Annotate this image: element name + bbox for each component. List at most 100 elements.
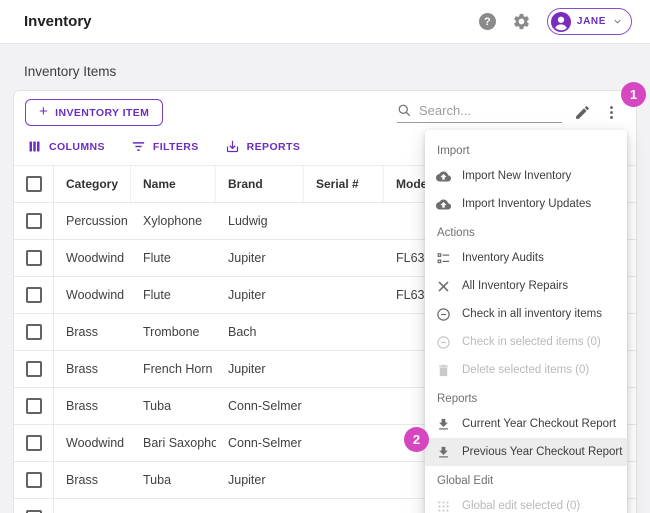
menu-item-check-in-all-inventory-items[interactable]: Check in all inventory items	[425, 300, 627, 328]
menu-item-global-edit-selected-0: Global edit selected (0)	[425, 492, 627, 513]
row-checkbox[interactable]	[25, 213, 42, 229]
menu-item-inventory-audits[interactable]: Inventory Audits	[425, 244, 627, 272]
columns-label: COLUMNS	[49, 140, 105, 153]
select-all-cell	[14, 166, 54, 202]
cell-category: Woodwind	[66, 288, 125, 302]
cell-category: Brass	[66, 473, 98, 487]
cell-brand: Ludwig	[228, 214, 268, 228]
context-menu: Import Import New Inventory Import Invento…	[425, 130, 627, 513]
row-checkbox-cell	[14, 499, 54, 513]
row-checkbox-cell	[14, 351, 54, 387]
columns-icon	[29, 141, 40, 152]
page-title: Inventory	[24, 13, 92, 30]
cell-category: Brass	[66, 399, 98, 413]
cell-serial	[304, 388, 384, 424]
menu-item-import-inventory-updates[interactable]: Import Inventory Updates	[425, 190, 627, 218]
trash-icon	[435, 362, 452, 379]
column-header-serial[interactable]: Serial #	[304, 166, 384, 202]
menu-item-current-year-checkout-report[interactable]: Current Year Checkout Report	[425, 410, 627, 438]
filters-label: FILTERS	[152, 140, 199, 153]
row-checkbox[interactable]	[25, 250, 42, 266]
column-header-category[interactable]: Category	[54, 166, 131, 202]
search-icon	[398, 104, 411, 116]
grid-dots-icon	[435, 498, 452, 513]
cell-name: Tuba	[143, 473, 172, 487]
add-inventory-item-button[interactable]: + INVENTORY ITEM	[25, 99, 164, 126]
row-checkbox[interactable]	[25, 398, 42, 414]
cell-serial	[304, 277, 384, 313]
cell-brand: Jupiter	[228, 362, 266, 376]
gear-icon[interactable]	[512, 12, 531, 31]
columns-button[interactable]: COLUMNS	[27, 139, 105, 154]
cell-category: Brass	[66, 362, 98, 376]
avatar	[550, 11, 571, 32]
cell-name: Tuba	[143, 399, 172, 413]
menu-item-label: Import Inventory Updates	[462, 198, 592, 210]
cell-serial	[304, 240, 384, 276]
cell-serial	[304, 351, 384, 387]
search-input[interactable]	[419, 102, 554, 118]
user-name: JANE	[576, 16, 606, 27]
cell-name: Trombone	[143, 325, 200, 339]
download-icon	[435, 444, 452, 461]
row-checkbox[interactable]	[25, 435, 42, 451]
select-all-checkbox[interactable]	[25, 176, 42, 192]
cell-brand: Jupiter	[228, 288, 266, 302]
menu-section-header-actions: Actions	[437, 227, 475, 239]
cell-name: Flute	[143, 288, 171, 302]
row-checkbox-cell	[14, 425, 54, 461]
more-options-icon[interactable]	[603, 104, 620, 121]
cell-category: Percussion	[66, 214, 128, 228]
cell-brand: Conn-Selmer	[228, 436, 302, 450]
menu-item-previous-year-checkout-report[interactable]: Previous Year Checkout Report	[425, 438, 627, 466]
menu-item-label: Delete selected items (0)	[462, 364, 590, 376]
menu-item-all-inventory-repairs[interactable]: All Inventory Repairs	[425, 272, 627, 300]
annotation-badge-1: 1	[621, 82, 646, 107]
row-checkbox-cell	[14, 388, 54, 424]
menu-item-label: Inventory Audits	[462, 252, 544, 264]
reports-button[interactable]: REPORTS	[225, 139, 301, 154]
cell-category: Woodwind	[66, 251, 125, 265]
top-bar: Inventory ? JANE	[0, 0, 650, 44]
menu-item-label: Current Year Checkout Report	[462, 418, 617, 430]
row-checkbox[interactable]	[25, 509, 42, 513]
help-icon[interactable]: ?	[478, 13, 496, 30]
search-box[interactable]	[397, 102, 562, 123]
cell-name: Flute	[143, 251, 171, 265]
chevron-down-icon	[612, 16, 623, 27]
column-header-brand[interactable]: Brand	[216, 166, 304, 202]
menu-item-label: Previous Year Checkout Report	[462, 446, 623, 458]
cell-category: Woodwind	[66, 436, 125, 450]
cell-name: French Horn	[143, 362, 213, 376]
cell-serial	[304, 425, 384, 461]
menu-item-label: Import New Inventory	[462, 170, 572, 182]
column-header-name[interactable]: Name	[131, 166, 216, 202]
cell-brand: Jupiter	[228, 473, 266, 487]
cell-serial	[304, 203, 384, 239]
filter-icon	[132, 142, 145, 151]
row-checkbox[interactable]	[25, 361, 42, 377]
menu-section-header-global-edit: Global Edit	[437, 475, 494, 487]
cloud-upload-icon	[435, 168, 452, 185]
card-toolbar: + INVENTORY ITEM	[14, 91, 636, 126]
menu-section-header-import: Import	[437, 145, 470, 157]
audit-checklist-icon	[435, 250, 452, 267]
row-checkbox[interactable]	[25, 287, 42, 303]
cell-category: Brass	[66, 325, 98, 339]
filters-button[interactable]: FILTERS	[131, 139, 199, 154]
download-icon	[435, 416, 452, 433]
cell-brand: Jupiter	[228, 251, 266, 265]
cell-name: Xylophone	[143, 214, 203, 228]
cell-serial	[304, 314, 384, 350]
cell-brand: Conn-Selmer	[228, 399, 302, 413]
edit-icon[interactable]	[574, 104, 591, 121]
repair-tools-icon	[435, 278, 452, 295]
minus-circle-icon	[435, 306, 452, 323]
reports-download-icon	[226, 140, 238, 153]
user-menu-button[interactable]: JANE	[546, 8, 632, 35]
row-checkbox[interactable]	[25, 472, 42, 488]
menu-item-check-in-selected-items-0: Check in selected items (0)	[425, 328, 627, 356]
menu-item-import-new-inventory[interactable]: Import New Inventory	[425, 162, 627, 190]
row-checkbox[interactable]	[25, 324, 42, 340]
table-tools	[397, 102, 620, 123]
